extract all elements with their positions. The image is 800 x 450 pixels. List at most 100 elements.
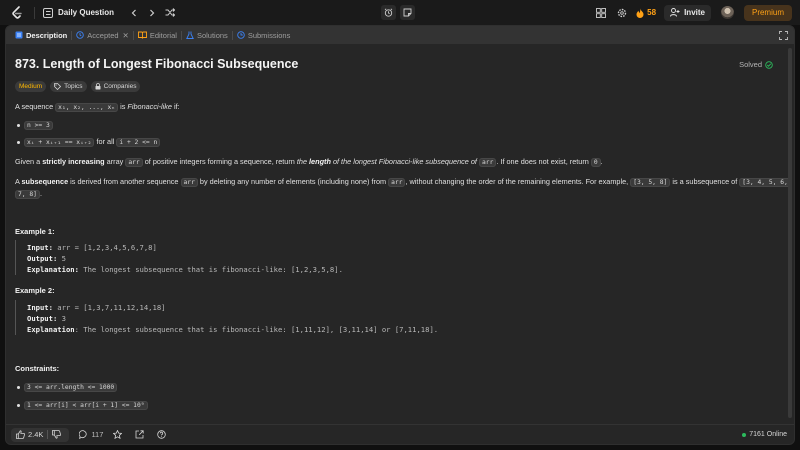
subsequence-paragraph: A subsequence is derived from another se… [15,177,791,187]
example-2-input: Input: arr = [1,3,7,11,12,14,18] [27,303,165,312]
leetcode-logo-icon[interactable] [10,5,24,20]
clock-icon [76,31,85,39]
document-icon [15,31,23,39]
subsequence-term: subsequence [21,177,69,186]
like-count: 2.4K [28,430,44,439]
streak-count: 58 [647,8,657,17]
question-circle-icon [157,430,167,439]
bullet [17,386,20,389]
gear-icon [617,8,627,17]
text: by deleting any number of elements (incl… [197,177,389,186]
example-sequence-code: [3, 4, 5, 6, [739,178,791,187]
tab-solutions[interactable]: Solutions [182,26,232,44]
expand-icon[interactable] [779,31,788,40]
panel-tabs: Description Accepted ✕ Editorial Solutio… [6,26,794,44]
history-icon [237,31,245,39]
tab-description[interactable]: Description [11,26,71,44]
settings-button[interactable] [614,5,630,21]
fibonacci-like-term: Fibonacci-like [127,102,172,111]
condition-1: n >= 3 [24,120,53,130]
subsequence-paragraph-cont: 7, 8]. [15,189,42,199]
strictly-increasing-term: strictly increasing [42,157,105,166]
grid-layout-icon [596,7,607,18]
alarm-clock-icon [384,8,393,17]
arr-code: arr [125,158,143,167]
next-question-button[interactable] [144,5,160,21]
intro-paragraph: A sequence x₁, x₂, ..., xₙ is Fibonacci-… [15,102,180,112]
thumbs-up-icon[interactable] [16,430,25,439]
label: Explanation: [27,265,79,274]
problem-tags: Medium Topics Companies [15,81,144,92]
timer-button[interactable] [381,5,396,20]
example-2-output: Output: 3 [27,314,66,323]
random-question-button[interactable] [162,5,178,21]
scrollbar[interactable] [788,48,792,418]
prev-question-button[interactable] [126,5,142,21]
tab-accepted-label: Accepted [87,30,119,40]
notes-button[interactable] [400,5,415,20]
arr-code: arr [388,178,406,187]
label: Explanation [27,325,75,334]
problem-list-icon[interactable] [43,7,53,18]
shuffle-icon [165,8,176,17]
tab-submissions[interactable]: Submissions [233,26,295,44]
text: array [104,157,126,166]
tab-submissions-label: Submissions [247,30,291,40]
close-tab-icon[interactable]: ✕ [123,31,129,40]
tab-editorial-label: Editorial [149,30,177,40]
book-icon [137,31,147,39]
value: 3 [57,314,66,323]
help-button[interactable] [157,430,169,439]
like-dislike-group: 2.4K [11,427,70,442]
divider [47,430,49,439]
thumbs-down-icon[interactable] [52,430,62,439]
layout-button[interactable] [593,5,609,21]
check-circle-icon [765,60,773,69]
constraint-1: 3 <= arr.length <= 1000 [24,382,118,392]
zero-code: 0 [590,158,601,167]
example-1-heading: Example 1: [15,227,55,236]
tab-solutions-label: Solutions [196,30,228,40]
companies-label: Companies [103,83,137,90]
solved-label: Solved [739,60,762,69]
text: for all [94,137,117,146]
star-icon [113,430,123,439]
avatar[interactable] [720,6,734,19]
share-button[interactable] [135,430,147,439]
text: is derived from another sequence [68,177,181,186]
companies-chip[interactable]: Companies [90,81,141,92]
label: Input: [27,243,53,252]
example-1-explanation: Explanation: The longest subsequence tha… [27,265,343,274]
topics-chip[interactable]: Topics [50,81,87,92]
example-2-border [15,300,19,335]
invite-button[interactable]: Invite [664,4,711,21]
example-1-border [15,240,19,275]
example-subsequence-code: [3, 5, 8] [630,178,671,187]
value: arr = [1,3,7,11,12,14,18] [52,303,166,312]
text: the [296,157,310,166]
invite-label: Invite [684,8,705,17]
constraints-heading: Constraints: [15,364,60,373]
condition-2-code: xᵢ + xᵢ₊₁ == xᵢ₊₂ [24,138,95,147]
text: of positive integers forming a sequence,… [142,157,297,166]
comment-count: 117 [91,430,104,439]
given-paragraph: Given a strictly increasing array arr of… [15,157,603,167]
daily-question-title[interactable]: Daily Question [58,8,114,17]
text: . If one does not exist, return [496,157,591,166]
example-2-explanation: Explanation: The longest subsequence tha… [27,325,438,334]
tab-accepted[interactable]: Accepted ✕ [72,26,133,44]
sequence-code: x₁, x₂, ..., xₙ [55,103,119,112]
premium-button[interactable]: Premium [743,4,792,21]
comments-button[interactable]: 117 [79,430,103,439]
add-user-icon [670,8,680,17]
note-icon [403,8,412,17]
label: Output: [27,314,58,323]
streak-counter[interactable]: 58 [636,8,656,18]
problem-title: 873. Length of Longest Fibonacci Subsequ… [15,57,299,71]
bottom-bar: 2.4K 117 7161 Online [6,424,794,444]
favorite-button[interactable] [113,430,125,439]
chevron-right-icon [150,9,155,16]
tab-editorial[interactable]: Editorial [134,26,181,44]
condition-2-range-code: i + 2 <= n [116,138,161,147]
length-term: length [309,157,331,166]
